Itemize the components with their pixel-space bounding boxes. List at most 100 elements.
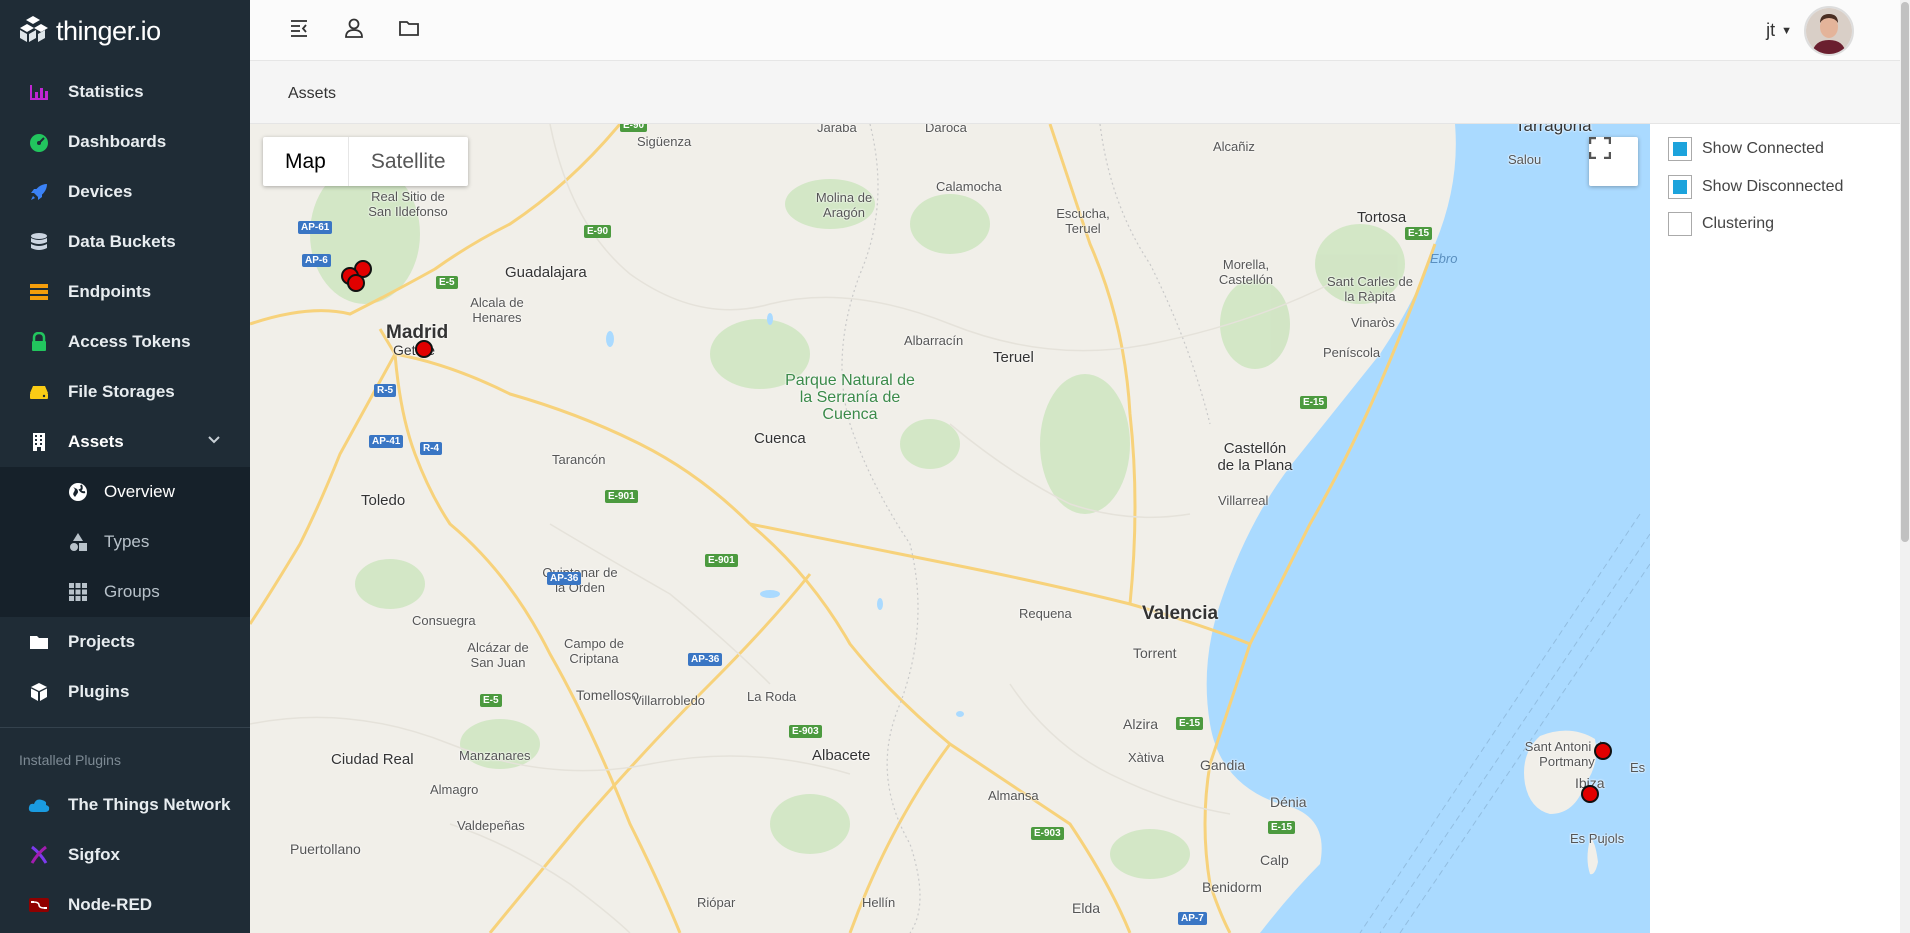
map-label-san-ildefonso: Real Sitio de San Ildefonso [368, 189, 448, 219]
sidebar-item-data-buckets[interactable]: Data Buckets [0, 217, 250, 267]
map-label-alcazar: Alcázar de San Juan [467, 640, 529, 670]
sidebar-item-projects[interactable]: Projects [0, 617, 250, 667]
map-label-calamocha: Calamocha [936, 179, 1002, 194]
folder-icon [28, 631, 50, 653]
sidebar-item-assets[interactable]: Assets [0, 417, 250, 467]
server-icon [28, 281, 50, 303]
building-icon [28, 431, 50, 453]
map-label-morella: Morella, Castellón [1218, 257, 1274, 287]
sidebar-item-access-tokens[interactable]: Access Tokens [0, 317, 250, 367]
map-view[interactable]: Sigüenza Jaraba Daroca Tarragona Alcañiz… [250, 124, 1650, 933]
fullscreen-button[interactable] [1589, 137, 1638, 186]
sidebar-item-label: Devices [68, 182, 133, 201]
road-shield: E-15 [1300, 396, 1328, 409]
map-label-siguenza: Sigüenza [637, 134, 692, 149]
sidebar-subitem-types[interactable]: Types [0, 517, 250, 567]
map-label-almansa: Almansa [988, 788, 1039, 803]
sidebar-item-label: Dashboards [68, 132, 167, 151]
sidebar-item-label: Plugins [68, 682, 130, 701]
map-label-puertollano: Puertollano [290, 841, 361, 857]
map-type-satellite-button[interactable]: Satellite [349, 137, 468, 186]
sidebar-item-label: Statistics [68, 82, 144, 101]
map-label-alcala: Alcala de Henares [470, 295, 524, 325]
thinger-logo-icon [20, 16, 48, 42]
show-connected-option[interactable]: Show Connected [1668, 137, 1824, 161]
brand-name: thinger.io [56, 15, 161, 46]
grid-icon [68, 582, 88, 602]
map-label-alcaniz: Alcañiz [1213, 139, 1255, 154]
road-shield: AP-6 [302, 254, 331, 267]
map-label-guadalajara: Guadalajara [505, 264, 587, 281]
show-connected-checkbox[interactable] [1668, 137, 1692, 161]
folder-outline-icon[interactable] [398, 17, 420, 39]
breadcrumb-item-assets[interactable]: Assets [288, 85, 336, 102]
map-label-elda: Elda [1072, 900, 1101, 916]
map-label-torrent: Torrent [1133, 645, 1177, 661]
map-type-map-button[interactable]: Map [263, 137, 349, 186]
asset-marker[interactable] [415, 340, 433, 358]
road-shield: E-5 [436, 276, 458, 289]
sidebar-item-dashboards[interactable]: Dashboards [0, 117, 250, 167]
user-menu[interactable]: jt ▼ [1766, 0, 1854, 61]
map-label-benidorm: Benidorm [1202, 879, 1262, 895]
map-label-vinaros: Vinaròs [1351, 315, 1395, 330]
map-label-escucha: Escucha, Teruel [1056, 206, 1110, 236]
sidebar-plugin-the-things-network[interactable]: The Things Network [0, 780, 250, 830]
map-label-ciudad-real: Ciudad Real [331, 751, 414, 768]
map-label-sant-carles: Sant Carles de la Ràpita [1327, 274, 1413, 304]
map-label-albarracin: Albarracín [904, 333, 964, 348]
map-label-calp: Calp [1260, 852, 1289, 868]
asset-marker[interactable] [347, 274, 365, 292]
brand[interactable]: thinger.io [0, 0, 250, 62]
map-label-requena: Requena [1019, 606, 1072, 621]
map-label-teruel: Teruel [993, 349, 1034, 366]
show-disconnected-option[interactable]: Show Disconnected [1668, 175, 1843, 199]
sidebar-item-endpoints[interactable]: Endpoints [0, 267, 250, 317]
lock-icon [28, 331, 50, 353]
sidebar-plugin-sigfox[interactable]: Sigfox [0, 830, 250, 880]
asset-marker[interactable] [1594, 742, 1612, 760]
map-label-cuenca: Cuenca [754, 430, 806, 447]
map-label-campo-criptana: Campo de Criptana [564, 636, 624, 666]
avatar[interactable] [1804, 5, 1854, 56]
map-label-denia: Dénia [1270, 794, 1307, 810]
sidebar-item-label: Access Tokens [68, 332, 191, 351]
map-label-manzanares: Manzanares [459, 748, 531, 763]
map-label-almagro: Almagro [430, 782, 479, 797]
map-label-daroca: Daroca [925, 124, 967, 135]
installed-plugins-heading: Installed Plugins [19, 752, 121, 768]
road-shield: E-903 [1031, 827, 1064, 840]
map-label-salou: Salou [1508, 152, 1542, 167]
sidebar-item-plugins[interactable]: Plugins [0, 667, 250, 717]
map-label-hellin: Hellín [862, 895, 896, 910]
sidebar-item-statistics[interactable]: Statistics [0, 67, 250, 117]
map-options-panel: Show Connected Show Disconnected Cluster… [1650, 124, 1900, 933]
clustering-option[interactable]: Clustering [1668, 212, 1774, 236]
sidebar-item-label: Projects [68, 632, 136, 651]
road-shield: AP-7 [1178, 912, 1207, 925]
sidebar-item-devices[interactable]: Devices [0, 167, 250, 217]
show-disconnected-checkbox[interactable] [1668, 175, 1692, 199]
map-label-valdepenas: Valdepeñas [457, 818, 525, 833]
map-label-es: Es [1630, 760, 1646, 775]
sidebar-plugin-node-red[interactable]: Node-RED [0, 880, 250, 930]
map-label-castellon: Castellón de la Plana [1217, 440, 1293, 474]
road-shield: AP-61 [298, 221, 333, 234]
page-scrollbar[interactable] [1900, 0, 1910, 933]
map-label-alzira: Alzira [1123, 716, 1159, 732]
road-shield: E-5 [480, 694, 502, 707]
bar-chart-icon [28, 81, 50, 103]
asset-marker[interactable] [1581, 785, 1599, 803]
road-shield: AP-36 [688, 653, 723, 666]
sidebar-subitem-groups[interactable]: Groups [0, 567, 250, 617]
sidebar-item-label: File Storages [68, 382, 175, 401]
map-label-villarrobledo: Villarrobledo [633, 693, 706, 708]
scrollbar-thumb[interactable] [1901, 2, 1909, 542]
map-label-es-pujols: Es Pujols [1570, 831, 1625, 846]
clustering-checkbox[interactable] [1668, 212, 1692, 236]
user-icon[interactable] [343, 17, 365, 39]
sidebar-subitem-overview[interactable]: Overview [0, 467, 250, 517]
sidebar-item-file-storages[interactable]: File Storages [0, 367, 250, 417]
road-shield: E-903 [789, 725, 822, 738]
menu-collapse-icon[interactable] [288, 17, 310, 39]
